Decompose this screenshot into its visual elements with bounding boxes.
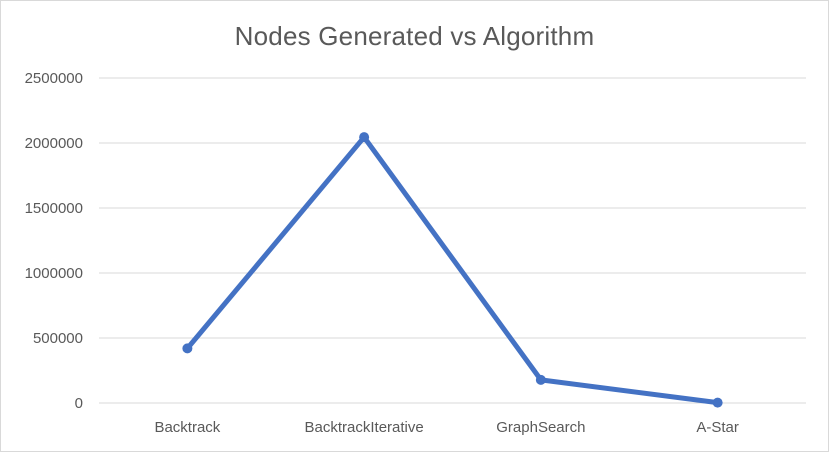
x-tick-label-2: GraphSearch	[496, 419, 585, 436]
x-tick-label-3: A-Star	[696, 419, 739, 436]
y-tick-label-5: 2500000	[25, 70, 83, 87]
x-tick-label-0: Backtrack	[154, 419, 220, 436]
y-tick-label-4: 2000000	[25, 135, 83, 152]
data-point-0-1	[359, 132, 370, 143]
data-point-0-3	[712, 397, 723, 408]
series-line-0	[184, 134, 721, 406]
y-tick-label-2: 1000000	[25, 265, 83, 282]
y-tick-label-0: 0	[75, 395, 83, 412]
y-tick-label-1: 500000	[33, 330, 83, 347]
data-point-0-0	[182, 343, 193, 354]
line-chart: 0 500000 1000000 1500000 2000000 2500000 Backt…	[25, 70, 806, 436]
x-tick-label-1: BacktrackIterative	[305, 419, 424, 436]
data-point-0-2	[535, 374, 546, 385]
chart-frame: Nodes Generated vs Algorithm 0 500000 1000…	[0, 0, 829, 452]
y-tick-label-3: 1500000	[25, 200, 83, 217]
